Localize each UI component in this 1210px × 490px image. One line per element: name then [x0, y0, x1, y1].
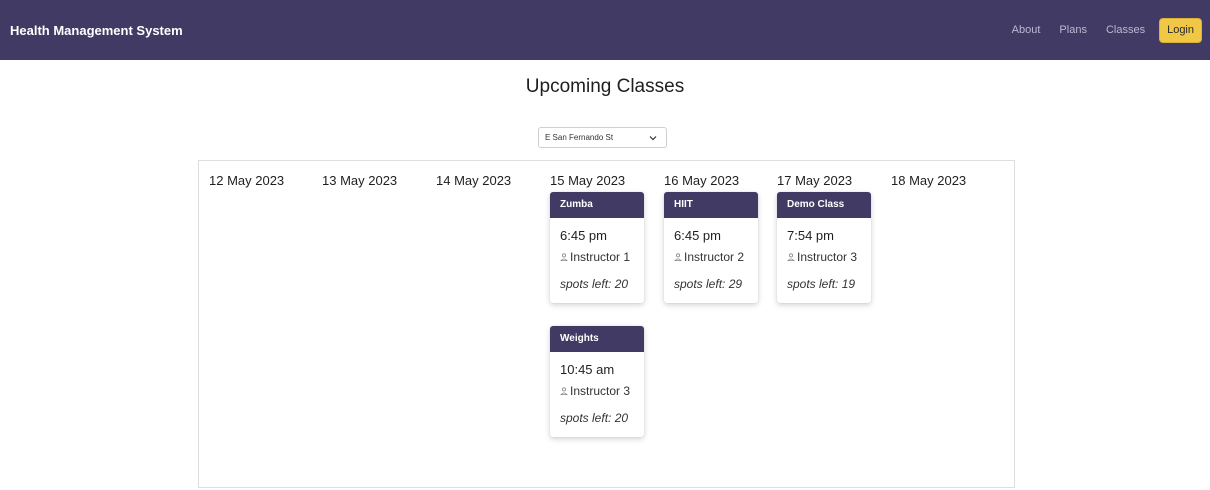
person-icon	[560, 253, 568, 261]
person-icon	[674, 253, 682, 261]
spots-left: spots left: 29	[674, 277, 743, 291]
day-label: 12 May 2023	[209, 173, 285, 188]
instructor-name: Instructor 3	[570, 384, 631, 398]
class-card[interactable]: Demo Class 7:54 pm Instructor 3 spots le…	[777, 192, 871, 303]
class-name: Zumba	[550, 192, 644, 218]
class-instructor: Instructor 2	[674, 249, 748, 266]
spots-left: spots left: 20	[560, 411, 629, 425]
brand-title[interactable]: Health Management System	[10, 23, 183, 38]
instructor-name: Instructor 3	[797, 250, 858, 264]
class-name: HIIT	[664, 192, 758, 218]
day-label: 14 May 2023	[436, 173, 512, 188]
nav-link-about[interactable]: About	[1012, 24, 1041, 36]
login-button[interactable]: Login	[1159, 17, 1202, 43]
class-time: 6:45 pm	[674, 228, 721, 243]
class-time: 6:45 pm	[560, 228, 607, 243]
person-icon	[560, 387, 568, 395]
class-card[interactable]: Weights 10:45 am Instructor 3 spots left…	[550, 326, 644, 437]
day-label: 15 May 2023	[550, 173, 626, 188]
nav-link-classes[interactable]: Classes	[1106, 24, 1145, 36]
class-instructor: Instructor 3	[560, 383, 634, 400]
instructor-name: Instructor 2	[684, 250, 745, 264]
day-label: 18 May 2023	[891, 173, 967, 188]
nav-links: About Plans Classes Login	[993, 17, 1202, 43]
instructor-name: Instructor 1	[570, 250, 631, 264]
day-label: 13 May 2023	[322, 173, 398, 188]
class-time: 7:54 pm	[787, 228, 834, 243]
class-calendar: 12 May 2023 13 May 2023 14 May 2023 15 M…	[198, 160, 1015, 488]
location-select-value: E San Fernando St	[545, 133, 614, 142]
class-name: Demo Class	[777, 192, 871, 218]
spots-left: spots left: 19	[787, 277, 856, 291]
nav-link-plans[interactable]: Plans	[1059, 24, 1087, 36]
chevron-down-icon	[649, 135, 657, 140]
location-select[interactable]: E San Fernando St	[538, 127, 667, 148]
class-card[interactable]: Zumba 6:45 pm Instructor 1 spots left: 2…	[550, 192, 644, 303]
day-label: 16 May 2023	[664, 173, 740, 188]
day-label: 17 May 2023	[777, 173, 853, 188]
person-icon	[787, 253, 795, 261]
top-navbar: Health Management System About Plans Cla…	[0, 0, 1210, 60]
class-instructor: Instructor 3	[787, 249, 861, 266]
class-time: 10:45 am	[560, 362, 615, 377]
class-name: Weights	[550, 326, 644, 352]
page-title: Upcoming Classes	[525, 76, 685, 97]
class-instructor: Instructor 1	[560, 249, 634, 266]
class-card[interactable]: HIIT 6:45 pm Instructor 2 spots left: 29	[664, 192, 758, 303]
spots-left: spots left: 20	[560, 277, 629, 291]
